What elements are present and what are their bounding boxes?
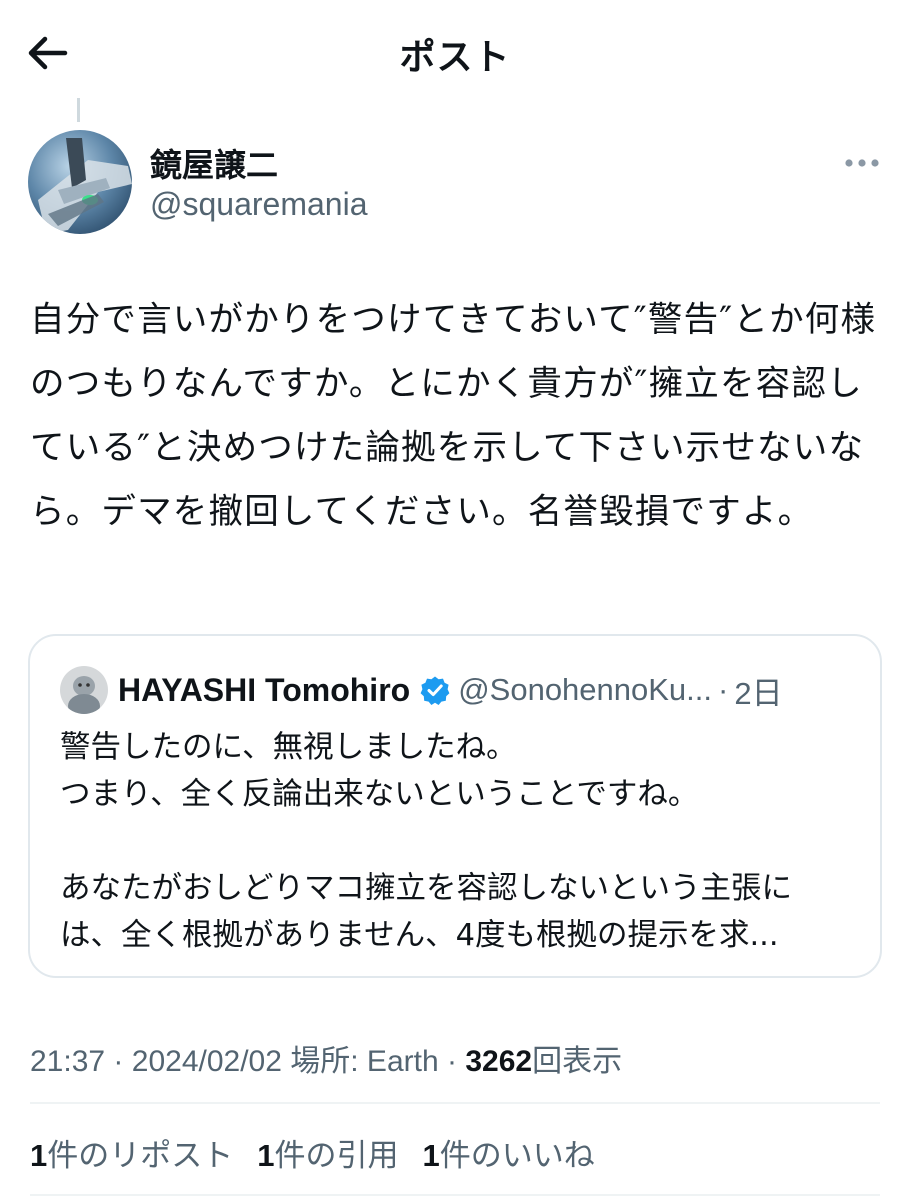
top-bar: ポスト: [0, 0, 910, 104]
view-count: 3262: [465, 1045, 533, 1078]
quote-line: は、全く根拠がありません、4度も根拠の提示を求...: [60, 918, 779, 953]
stat-label: 件の引用: [274, 1138, 399, 1174]
post-location: 場所: Earth: [290, 1045, 439, 1078]
post-date[interactable]: 2024/02/02: [132, 1045, 282, 1078]
engagement-stats: 1件のリポスト 1件の引用 1件のいいね: [30, 1130, 595, 1175]
post-body-text: 自分で言いがかりをつけてきておいて″警告″とか何様のつもりなんですか。とにかく貴…: [30, 300, 877, 532]
more-horizontal-icon: [845, 159, 879, 167]
quote-author-avatar: [60, 666, 108, 714]
divider: [30, 1194, 880, 1196]
avatar-image: [28, 130, 132, 234]
thread-connector-line: [77, 98, 80, 122]
stat-count: 1: [422, 1138, 440, 1173]
quote-separator: ·: [718, 672, 729, 707]
quote-line: 警告したのに、無視しましたね。: [60, 730, 517, 765]
quote-body-text: 警告したのに、無視しましたね。 つまり、全く反論出来ないということですね。 あな…: [60, 724, 860, 959]
more-options-button[interactable]: [840, 148, 884, 178]
quote-line: つまり、全く反論出来ないということですね。: [60, 777, 699, 812]
post-time[interactable]: 21:37: [30, 1045, 105, 1078]
quote-author-name: HAYASHI Tomohiro: [118, 671, 411, 708]
quote-count-link[interactable]: 1件の引用: [257, 1130, 398, 1175]
view-count-label: 回表示: [532, 1045, 623, 1078]
stat-label: 件のリポスト: [47, 1138, 234, 1174]
quote-line: あなたがおしどりマコ擁立を容認しないという主張に: [60, 871, 792, 906]
stat-count: 1: [257, 1138, 275, 1173]
quote-line: [60, 818, 860, 865]
quoted-post-card[interactable]: HAYASHI Tomohiro @SonohennoKu... · 2日 警告…: [28, 634, 882, 978]
author-handle[interactable]: @squaremania: [150, 186, 367, 223]
repost-count-link[interactable]: 1件のリポスト: [30, 1130, 233, 1175]
author-name[interactable]: 鏡屋譲二: [150, 140, 278, 186]
divider: [30, 1102, 880, 1104]
post-metadata: 21:37 · 2024/02/02 場所: Earth · 3262回表示: [30, 1036, 622, 1080]
meta-separator: ·: [446, 1045, 457, 1078]
quote-avatar-image: [60, 666, 108, 714]
quote-author-handle: @SonohennoKu...: [458, 672, 713, 707]
meta-separator: ·: [113, 1045, 124, 1078]
page-title: ポスト: [399, 37, 511, 78]
quote-header: HAYASHI Tomohiro @SonohennoKu... · 2日: [118, 666, 836, 714]
stat-count: 1: [30, 1138, 48, 1173]
like-count-link[interactable]: 1件のいいね: [423, 1130, 595, 1175]
verified-badge-icon: [420, 675, 450, 705]
author-avatar[interactable]: [28, 130, 132, 234]
stat-label: 件のいいね: [439, 1138, 595, 1174]
quote-date: 2日: [734, 675, 783, 711]
